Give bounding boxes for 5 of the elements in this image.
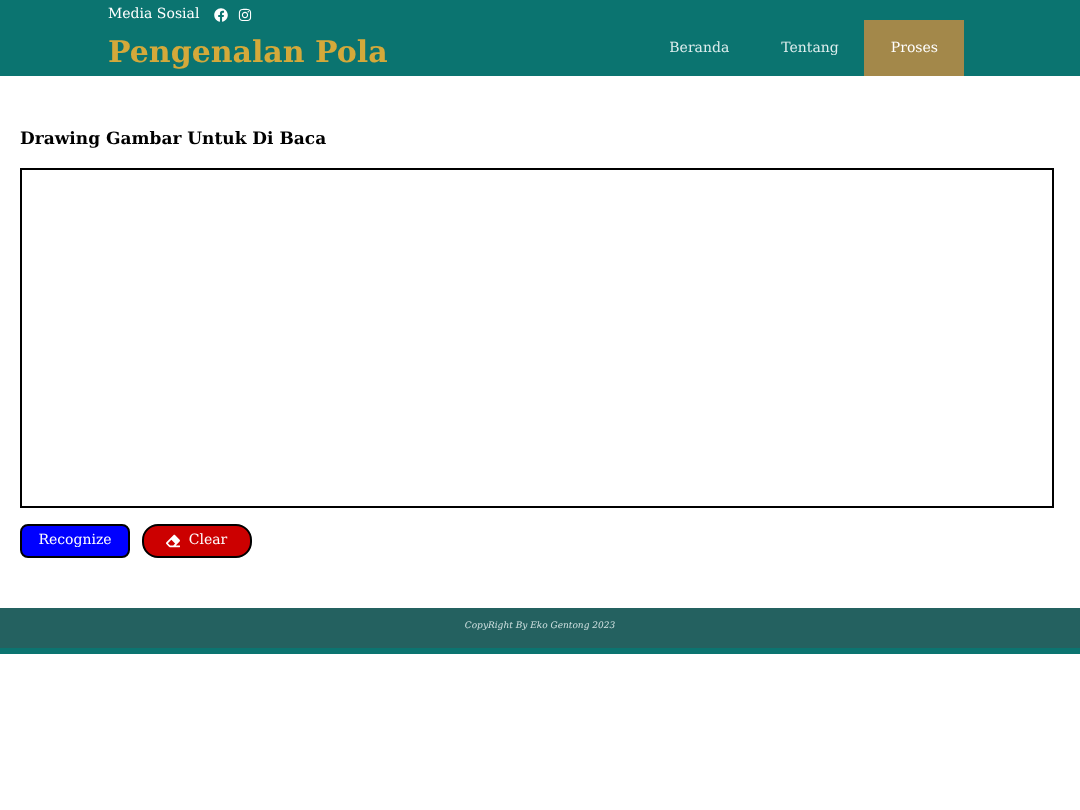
instagram-icon[interactable] [237, 7, 252, 21]
site-title[interactable]: Pengenalan Pola [108, 30, 644, 74]
eraser-icon [166, 534, 181, 548]
facebook-icon[interactable] [213, 7, 228, 21]
section-title: Drawing Gambar Untuk Di Baca [20, 128, 329, 152]
